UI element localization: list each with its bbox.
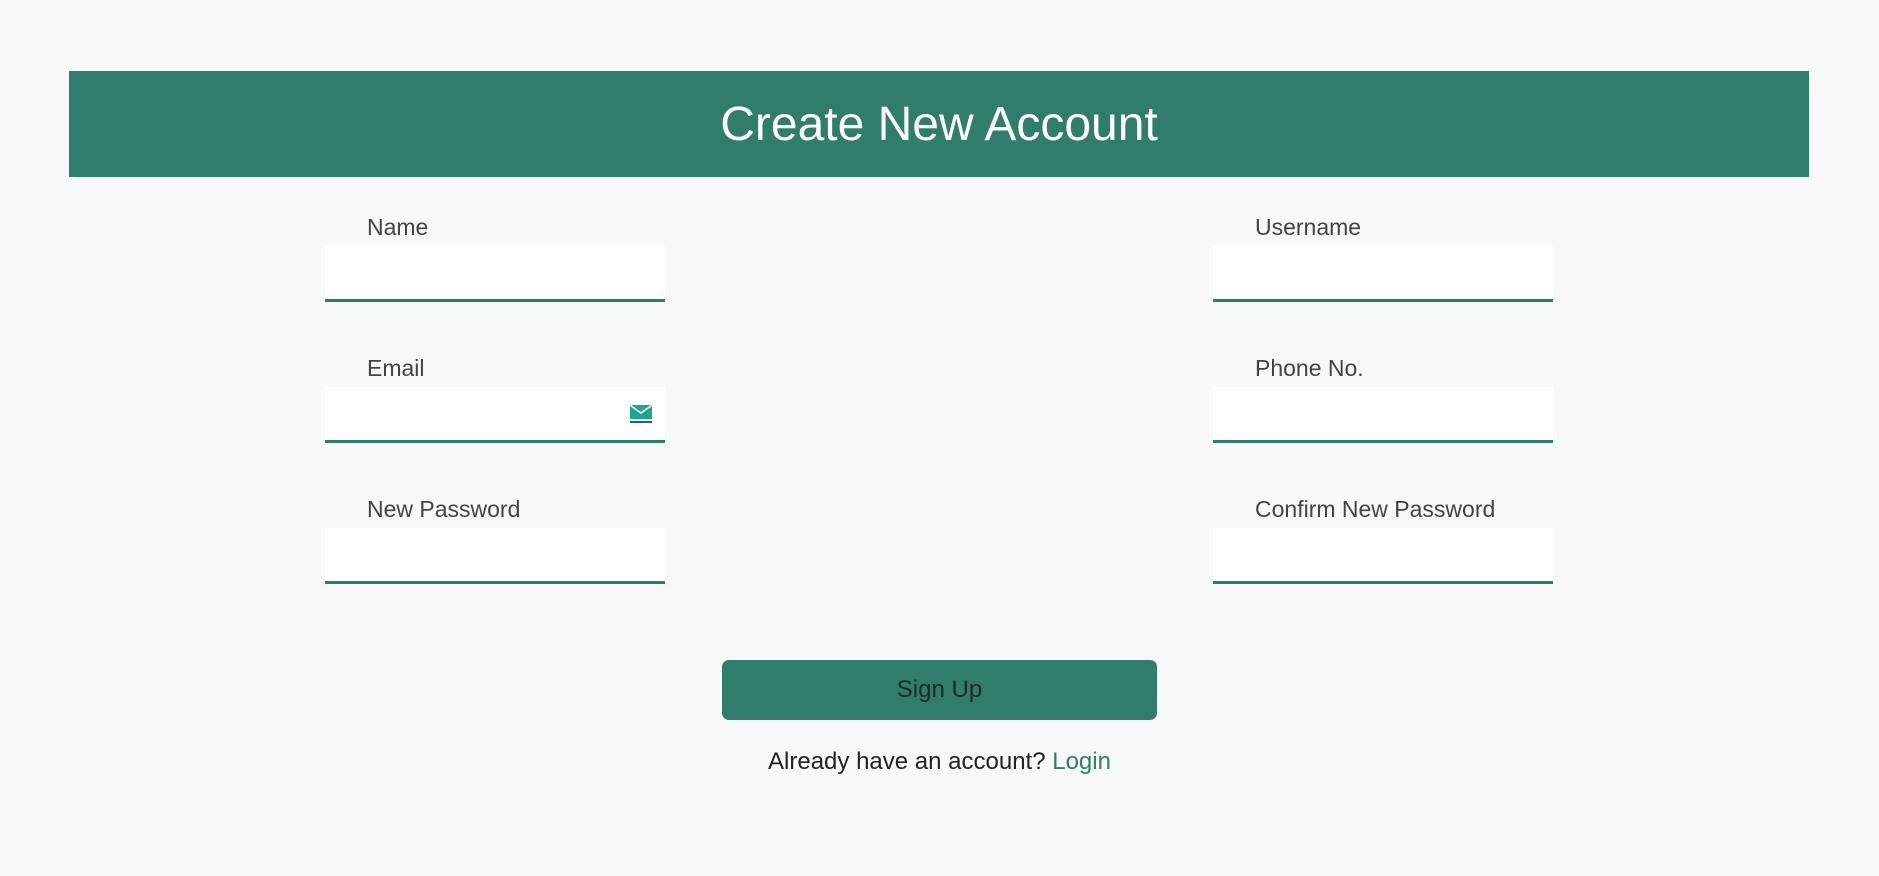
email-input-wrapper: [325, 387, 665, 443]
confirm-password-input[interactable]: [1213, 528, 1553, 581]
phone-field-group: Phone No.: [1213, 355, 1553, 443]
name-input-wrapper: [325, 246, 665, 302]
username-label: Username: [1255, 214, 1362, 240]
phone-input[interactable]: [1213, 387, 1553, 440]
name-input[interactable]: [325, 246, 665, 299]
name-label: Name: [367, 214, 429, 240]
confirm-password-input-wrapper: [1213, 528, 1553, 584]
new-password-label: New Password: [367, 496, 521, 522]
phone-input-wrapper: [1213, 387, 1553, 443]
new-password-field-group: New Password: [325, 496, 665, 584]
sign-up-button[interactable]: Sign Up: [722, 660, 1157, 720]
mail-icon[interactable]: [629, 403, 653, 425]
login-prompt: Already have an account? Login: [0, 748, 1879, 776]
page-header: Create New Account: [69, 71, 1809, 177]
name-field-group: Name: [325, 214, 665, 302]
email-field-group: Email: [325, 355, 665, 443]
new-password-input[interactable]: [325, 528, 665, 581]
login-prompt-text: Already have an account?: [768, 748, 1046, 775]
username-field-group: Username: [1213, 214, 1553, 302]
email-input[interactable]: [325, 387, 665, 440]
login-link[interactable]: Login: [1052, 748, 1111, 775]
username-input-wrapper: [1213, 246, 1553, 302]
username-input[interactable]: [1213, 246, 1553, 299]
new-password-input-wrapper: [325, 528, 665, 584]
email-label: Email: [367, 355, 425, 381]
phone-label: Phone No.: [1255, 355, 1364, 381]
page-title: Create New Account: [720, 97, 1158, 151]
confirm-password-field-group: Confirm New Password: [1213, 496, 1553, 584]
confirm-password-label: Confirm New Password: [1255, 496, 1496, 522]
